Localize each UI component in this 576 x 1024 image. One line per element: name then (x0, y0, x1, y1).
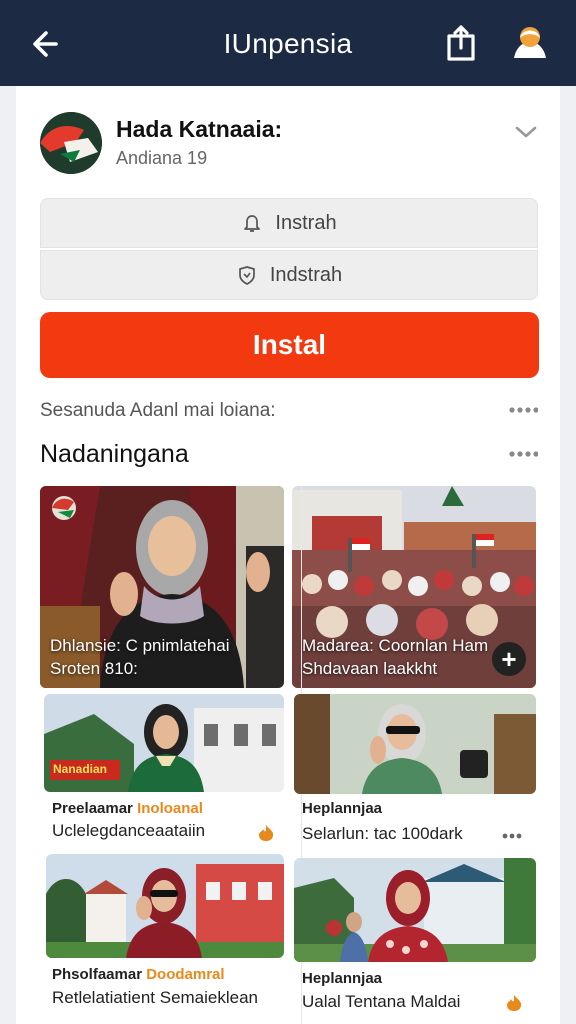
featured-card[interactable]: Dhlansie: C pnimlatehai Sroten 810: (40, 486, 284, 688)
item-thumbnail[interactable] (294, 858, 536, 962)
item-title: Phsolfaamar Doodamral (52, 966, 225, 983)
shield-icon (239, 266, 255, 285)
item-image (294, 858, 536, 962)
item-image (46, 854, 284, 958)
featured-card[interactable]: Madarea: Coornlan Ham Shdavaan laakkht + (292, 486, 536, 688)
install-button[interactable]: Instal (40, 312, 539, 378)
option-instrah[interactable]: Instrah (40, 198, 538, 248)
info-line: Sesanuda Adanl mai loiana: (40, 400, 276, 421)
chevron-down-icon[interactable] (514, 122, 538, 142)
page-title: IUnpensia (223, 28, 353, 59)
app-name: Hada Katnaaia: (116, 116, 283, 142)
profile-icon[interactable] (510, 24, 550, 62)
item-thumbnail[interactable]: Nanadian (44, 694, 284, 792)
option-indstrah[interactable]: Indstrah (40, 250, 538, 300)
featured-caption: Shdavaan laakkht (302, 659, 438, 678)
more-icon[interactable] (508, 450, 538, 458)
bell-icon (244, 215, 261, 232)
item-subtitle: Retlelatiatient Semaieklean (52, 988, 259, 1007)
featured-caption: Sroten 810: (50, 659, 138, 678)
item-thumbnail[interactable] (46, 854, 284, 958)
option-label: Instrah (275, 211, 337, 234)
item-image (294, 694, 536, 794)
more-icon[interactable] (508, 406, 538, 414)
featured-caption: Madarea: Coornlan Ham (302, 636, 489, 655)
app-logo (40, 112, 102, 174)
more-icon[interactable] (502, 832, 522, 840)
item-subtitle: Ualal Tentana Maldai (302, 992, 461, 1011)
item-title: Heplannjaa (302, 800, 383, 817)
item-badge-text: Nanadian (53, 762, 108, 776)
featured-caption: Dhlansie: C pnimlatehai (50, 636, 230, 655)
plus-icon[interactable]: + (492, 642, 526, 676)
item-thumbnail[interactable] (294, 694, 536, 794)
section-title: Nadaningana (40, 440, 189, 468)
item-title: Preelaamar Inoloanal (52, 800, 203, 817)
flame-icon (259, 825, 274, 841)
option-label: Indstrah (269, 263, 343, 286)
flame-icon (507, 995, 522, 1011)
item-subtitle: Selarlun: tac 100dark (302, 824, 463, 843)
share-icon[interactable] (444, 24, 478, 62)
item-subtitle: Uclelegdanceaataiin (52, 821, 206, 840)
item-title: Heplannjaa (302, 970, 383, 987)
top-app-bar: IUnpensia (0, 0, 576, 86)
app-detail-sheet: Hada Katnaaia: Andiana 19 Instrah Indstr… (16, 86, 560, 1024)
item-image (44, 694, 284, 792)
app-subtitle: Andiana 19 (116, 148, 208, 168)
